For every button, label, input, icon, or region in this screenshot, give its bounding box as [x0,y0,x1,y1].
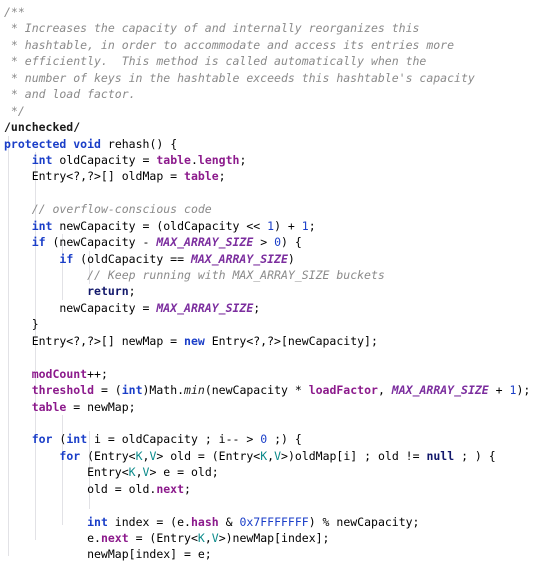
code-line: } [4,317,39,332]
keyword-int: int [121,383,143,398]
code-line: * number of keys in the hashtable exceed… [4,70,530,86]
code-line: modCount++; [31,366,108,381]
type-param-v: V [211,531,219,545]
keyword-int: int [66,432,88,447]
javadoc-close: */ [4,103,25,118]
code-line: if (newCapacity - MAX_ARRAY_SIZE > 0) { [31,235,302,250]
code-line: for (int i = oldCapacity ; i-- > 0 ;) { [31,432,302,447]
code-line: protected void rehash() { [4,136,530,152]
code-line: /unchecked/ [4,119,530,135]
javadoc-body-line: * number of keys in the hashtable exceed… [4,70,475,85]
field-next: next [100,531,129,545]
code-line: Entry<K,V> e = old; [4,465,219,480]
type-param-v: V [274,448,282,463]
method-name: rehash [107,136,150,151]
type-param-k: K [128,465,136,480]
javadoc-body-line: * hashtable, in order to accommodate and… [4,37,455,52]
keyword-int: int [31,152,53,167]
inline-comment: // overflow-conscious code [31,202,212,217]
code-line: int newCapacity = (oldCapacity << 1) + 1… [31,218,316,233]
keyword-protected: protected [4,136,67,151]
number-literal: 1 [301,218,309,233]
code-line: for (Entry<K,V> old = (Entry<K,V>)oldMap… [59,448,496,463]
code-line: * and load factor. [4,86,530,102]
code-line: int oldCapacity = table.length; [31,152,247,167]
inline-comment: // Keep running with MAX_ARRAY_SIZE buck… [87,268,385,282]
keyword-new: new [184,333,205,348]
static-method-min: min [184,383,205,398]
code-line: newCapacity = MAX_ARRAY_SIZE; [4,300,261,315]
code-content[interactable]: /** * Increases the capacity of and inte… [4,4,530,561]
constant-max-array-size: MAX_ARRAY_SIZE [190,251,288,266]
keyword-void: void [73,136,101,151]
code-line: return; [87,284,136,299]
field-table: table [156,152,191,167]
code-line: * efficiently. This method is called aut… [4,53,530,69]
field-length: length [197,152,240,167]
constant-max-array-size: MAX_ARRAY_SIZE [391,383,489,398]
code-line: int index = (e.hash & 0x7FFFFFFF) % newC… [87,514,420,529]
constant-max-array-size: MAX_ARRAY_SIZE [156,300,254,315]
field-hash: hash [190,514,219,529]
code-line: old = old.next; [4,481,191,496]
number-literal: 0 [274,235,281,250]
keyword-for: for [31,432,53,447]
keyword-if: if [31,235,46,250]
code-editor[interactable]: /** * Increases the capacity of and inte… [0,0,560,561]
hex-literal: 0x7FFFFFFF [239,514,309,529]
code-line: * hashtable, in order to accommodate and… [4,37,530,53]
type-param-k: K [197,531,205,545]
keyword-for: for [59,448,81,463]
keyword-if: if [59,251,74,266]
field-table: table [184,169,219,184]
code-line: Entry<?,?>[] oldMap = table; [4,169,226,184]
code-line: // overflow-conscious code [4,201,530,217]
type-param-k: K [135,448,143,463]
javadoc-open: /** [4,5,25,19]
field-loadfactor: loadFactor [308,383,378,398]
code-line: // Keep running with MAX_ARRAY_SIZE buck… [4,267,530,283]
keyword-int: int [87,514,108,529]
method-params: () [149,136,164,151]
field-table: table [31,399,67,414]
annotation-unchecked: /unchecked/ [4,120,81,135]
javadoc-body-line: * and load factor. [4,87,136,102]
code-line: table = newMap; [31,399,136,414]
field-threshold: threshold [31,383,95,398]
keyword-return: return [87,284,129,299]
javadoc-body-line: * efficiently. This method is called aut… [4,54,427,69]
method-open-brace: { [170,136,178,151]
code-line: * Increases the capacity of and internal… [4,20,530,36]
constant-max-array-size: MAX_ARRAY_SIZE [156,235,254,250]
code-line: if (oldCapacity == MAX_ARRAY_SIZE) [59,251,295,266]
keyword-null: null [426,448,455,463]
code-line: threshold = (int)Math.min(newCapacity * … [31,383,531,398]
code-line: */ [4,103,530,119]
javadoc-body-line: * Increases the capacity of and internal… [4,21,420,36]
field-modcount: modCount [31,366,88,381]
code-line: e.next = (Entry<K,V>)newMap[index]; [4,531,330,545]
field-next: next [156,481,185,496]
code-line: newMap[index] = e; [4,547,212,561]
code-line: Entry<?,?>[] newMap = new Entry<?,?>[new… [4,333,378,348]
keyword-int: int [31,218,53,233]
code-line: /** [4,4,530,20]
